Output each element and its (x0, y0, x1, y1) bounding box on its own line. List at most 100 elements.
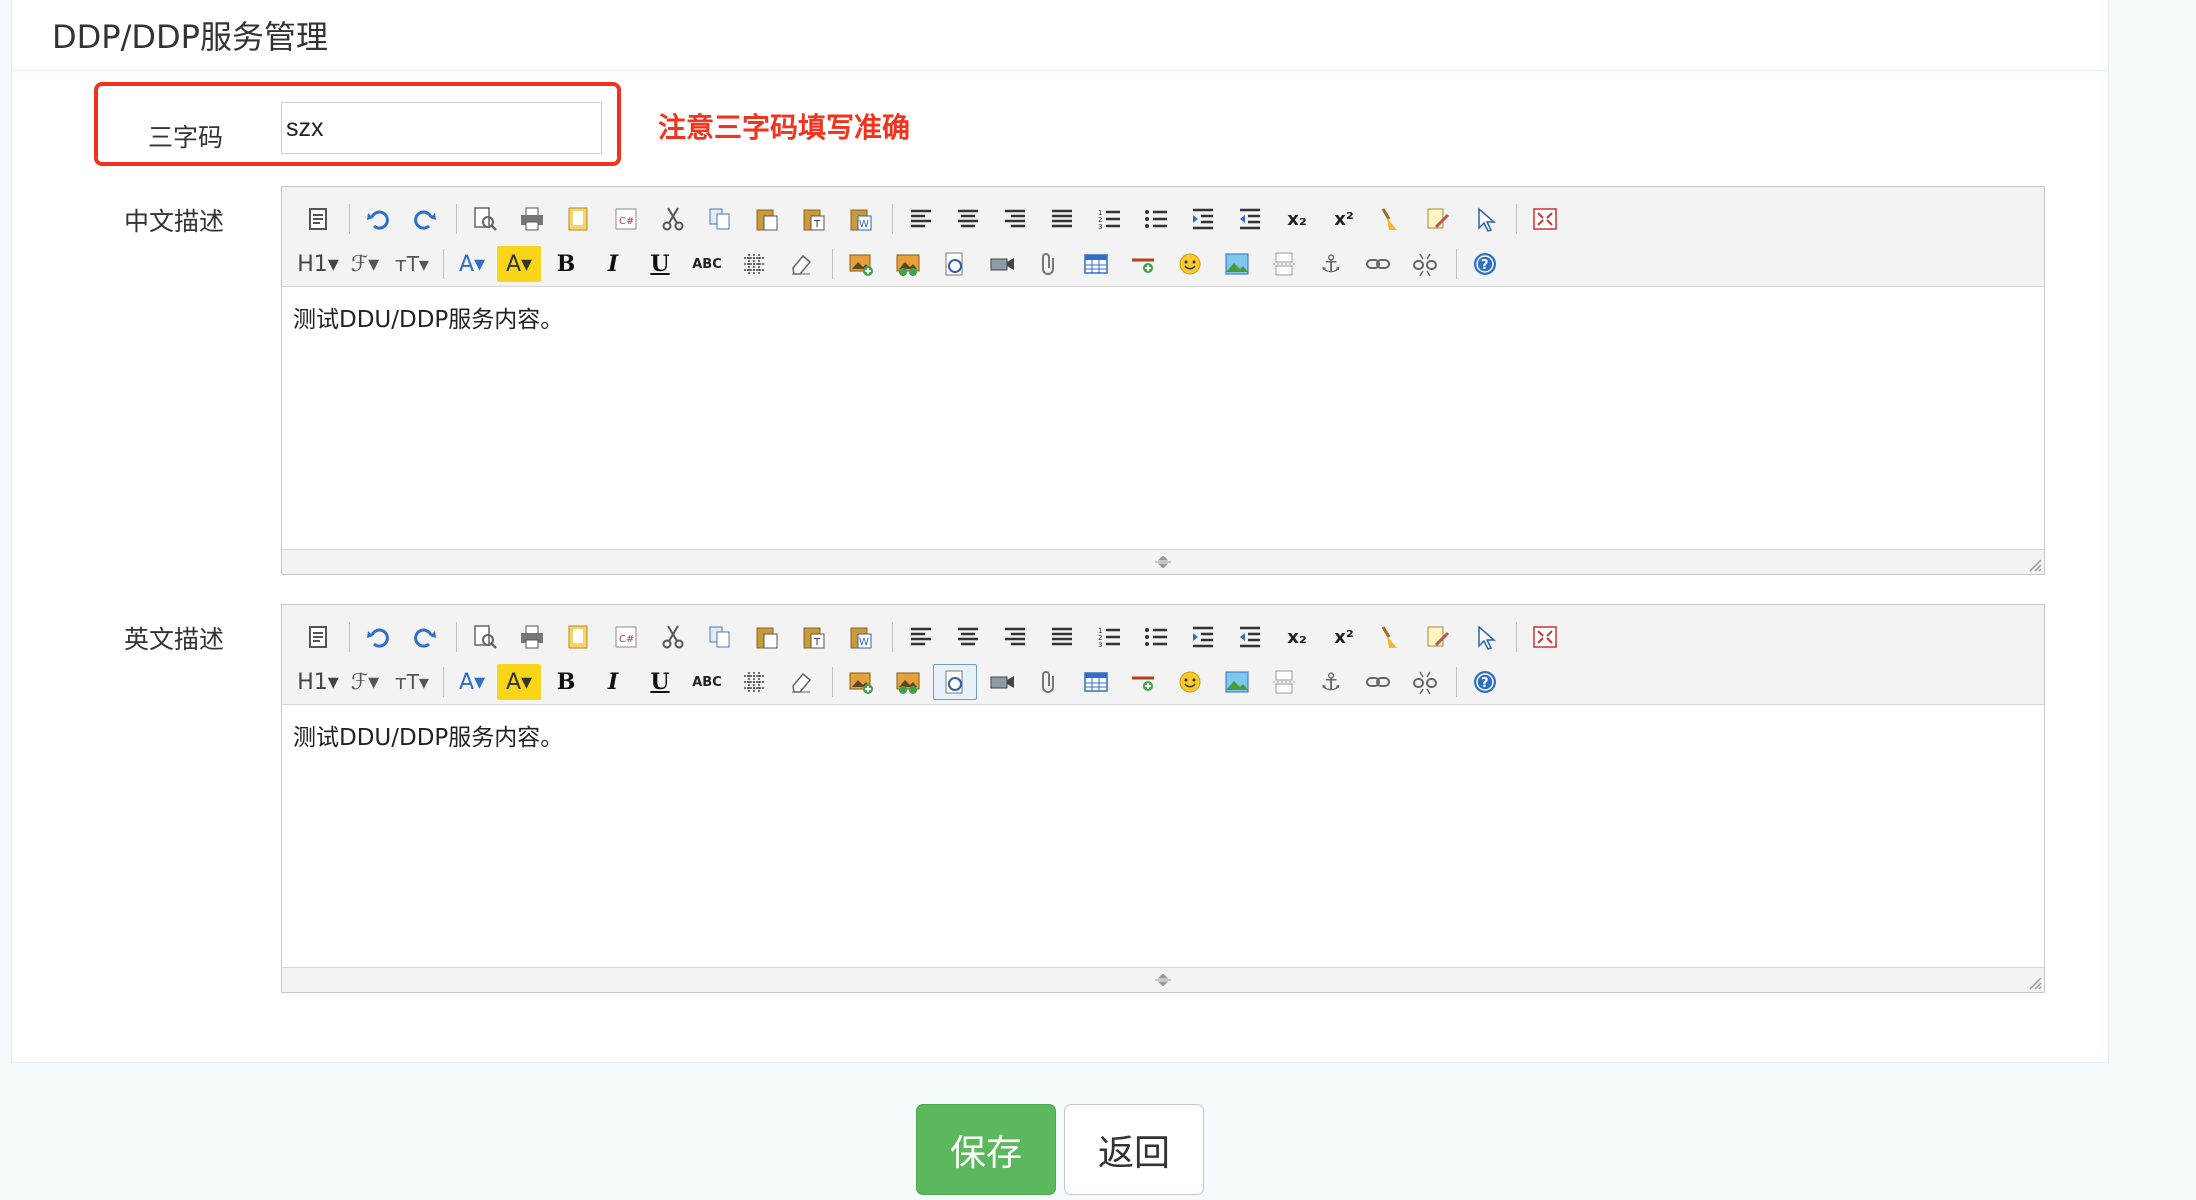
page-break-icon[interactable] (1262, 246, 1306, 282)
indent-icon[interactable] (1181, 201, 1225, 237)
superscript-icon[interactable]: x² (1322, 619, 1366, 655)
emoticon-icon[interactable] (1168, 246, 1212, 282)
underline-button[interactable]: U (638, 664, 682, 700)
strikethrough-button[interactable]: ABC (685, 664, 729, 700)
source-icon[interactable] (296, 619, 340, 655)
redo-icon[interactable] (403, 619, 447, 655)
bold-button[interactable]: B (544, 246, 588, 282)
help-icon[interactable]: ? (1463, 664, 1507, 700)
en-editor-content[interactable]: 测试DDU/DDP服务内容。 (282, 706, 2044, 968)
align-right-icon[interactable] (993, 619, 1037, 655)
preview-icon[interactable] (463, 201, 507, 237)
back-button[interactable]: 返回 (1064, 1104, 1204, 1195)
align-left-icon[interactable] (899, 619, 943, 655)
preview-icon[interactable] (463, 619, 507, 655)
font-size-dropdown[interactable]: тT▾ (390, 246, 434, 282)
fullscreen-icon[interactable] (1523, 619, 1567, 655)
subscript-icon[interactable]: x₂ (1275, 201, 1319, 237)
picture-icon[interactable] (1215, 664, 1259, 700)
insert-image-icon[interactable] (839, 664, 883, 700)
paste-icon[interactable] (745, 619, 789, 655)
anchor-icon[interactable]: ⚓ (1309, 246, 1353, 282)
align-center-icon[interactable] (946, 619, 990, 655)
font-color-dropdown[interactable]: A▾ (450, 246, 494, 282)
resize-corner-icon[interactable] (2026, 556, 2042, 572)
code-block-icon[interactable]: C# (604, 619, 648, 655)
resize-grip-icon[interactable] (1150, 974, 1176, 986)
align-right-icon[interactable] (993, 201, 1037, 237)
anchor-icon[interactable]: ⚓ (1309, 664, 1353, 700)
cut-icon[interactable] (651, 619, 695, 655)
insert-video-icon[interactable] (980, 246, 1024, 282)
page-break-icon[interactable] (1262, 664, 1306, 700)
align-justify-icon[interactable] (1040, 201, 1084, 237)
template-icon[interactable] (557, 201, 601, 237)
unlink-icon[interactable] (1403, 664, 1447, 700)
font-size-dropdown[interactable]: тT▾ (390, 664, 434, 700)
eraser-icon[interactable] (779, 664, 823, 700)
link-icon[interactable] (1356, 664, 1400, 700)
select-all-icon[interactable] (1463, 201, 1507, 237)
superscript-icon[interactable]: x² (1322, 201, 1366, 237)
clear-format-icon[interactable] (1416, 619, 1460, 655)
insert-video-icon[interactable] (980, 664, 1024, 700)
align-justify-icon[interactable] (1040, 619, 1084, 655)
horizontal-rule-icon[interactable] (1121, 664, 1165, 700)
redo-icon[interactable] (403, 201, 447, 237)
underline-button[interactable]: U (638, 246, 682, 282)
unlink-icon[interactable] (1403, 246, 1447, 282)
bold-button[interactable]: B (544, 664, 588, 700)
fullscreen-icon[interactable] (1523, 201, 1567, 237)
indent-icon[interactable] (1181, 619, 1225, 655)
font-family-dropdown[interactable]: ℱ▾ (343, 246, 387, 282)
format-painter-icon[interactable] (1369, 619, 1413, 655)
print-icon[interactable] (510, 619, 554, 655)
paste-icon[interactable] (745, 201, 789, 237)
picture-icon[interactable] (1215, 246, 1259, 282)
resize-corner-icon[interactable] (2026, 974, 2042, 990)
undo-icon[interactable] (356, 619, 400, 655)
paste-text-icon[interactable]: T (792, 619, 836, 655)
link-icon[interactable] (1356, 246, 1400, 282)
strikethrough-button[interactable]: ABC (685, 246, 729, 282)
multi-image-icon[interactable] (886, 246, 930, 282)
italic-button[interactable]: I (591, 664, 635, 700)
insert-table-icon[interactable] (1074, 664, 1118, 700)
cn-editor-content[interactable]: 测试DDU/DDP服务内容。 (282, 288, 2044, 550)
ordered-list-icon[interactable]: 123 (1087, 619, 1131, 655)
source-icon[interactable] (296, 201, 340, 237)
subscript-icon[interactable]: x₂ (1275, 619, 1319, 655)
align-center-icon[interactable] (946, 201, 990, 237)
template-icon[interactable] (557, 619, 601, 655)
table-grid-icon[interactable] (732, 664, 776, 700)
code-block-icon[interactable]: C# (604, 201, 648, 237)
copy-icon[interactable] (698, 619, 742, 655)
attachment-icon[interactable] (1027, 664, 1071, 700)
select-all-icon[interactable] (1463, 619, 1507, 655)
scrawl-icon[interactable] (933, 246, 977, 282)
cut-icon[interactable] (651, 201, 695, 237)
highlight-dropdown[interactable]: A▾ (497, 664, 541, 700)
eraser-icon[interactable] (779, 246, 823, 282)
outdent-icon[interactable] (1228, 619, 1272, 655)
undo-icon[interactable] (356, 201, 400, 237)
font-family-dropdown[interactable]: ℱ▾ (343, 664, 387, 700)
unordered-list-icon[interactable] (1134, 201, 1178, 237)
insert-image-icon[interactable] (839, 246, 883, 282)
font-color-dropdown[interactable]: A▾ (450, 664, 494, 700)
save-button[interactable]: 保存 (916, 1104, 1056, 1195)
align-left-icon[interactable] (899, 201, 943, 237)
format-painter-icon[interactable] (1369, 201, 1413, 237)
print-icon[interactable] (510, 201, 554, 237)
italic-button[interactable]: I (591, 246, 635, 282)
resize-grip-icon[interactable] (1150, 556, 1176, 568)
paste-word-icon[interactable]: W (839, 619, 883, 655)
heading-dropdown[interactable]: H1▾ (296, 664, 340, 700)
insert-table-icon[interactable] (1074, 246, 1118, 282)
horizontal-rule-icon[interactable] (1121, 246, 1165, 282)
highlight-dropdown[interactable]: A▾ (497, 246, 541, 282)
code-input[interactable] (281, 102, 602, 154)
outdent-icon[interactable] (1228, 201, 1272, 237)
scrawl-icon[interactable] (933, 664, 977, 700)
help-icon[interactable]: ? (1463, 246, 1507, 282)
